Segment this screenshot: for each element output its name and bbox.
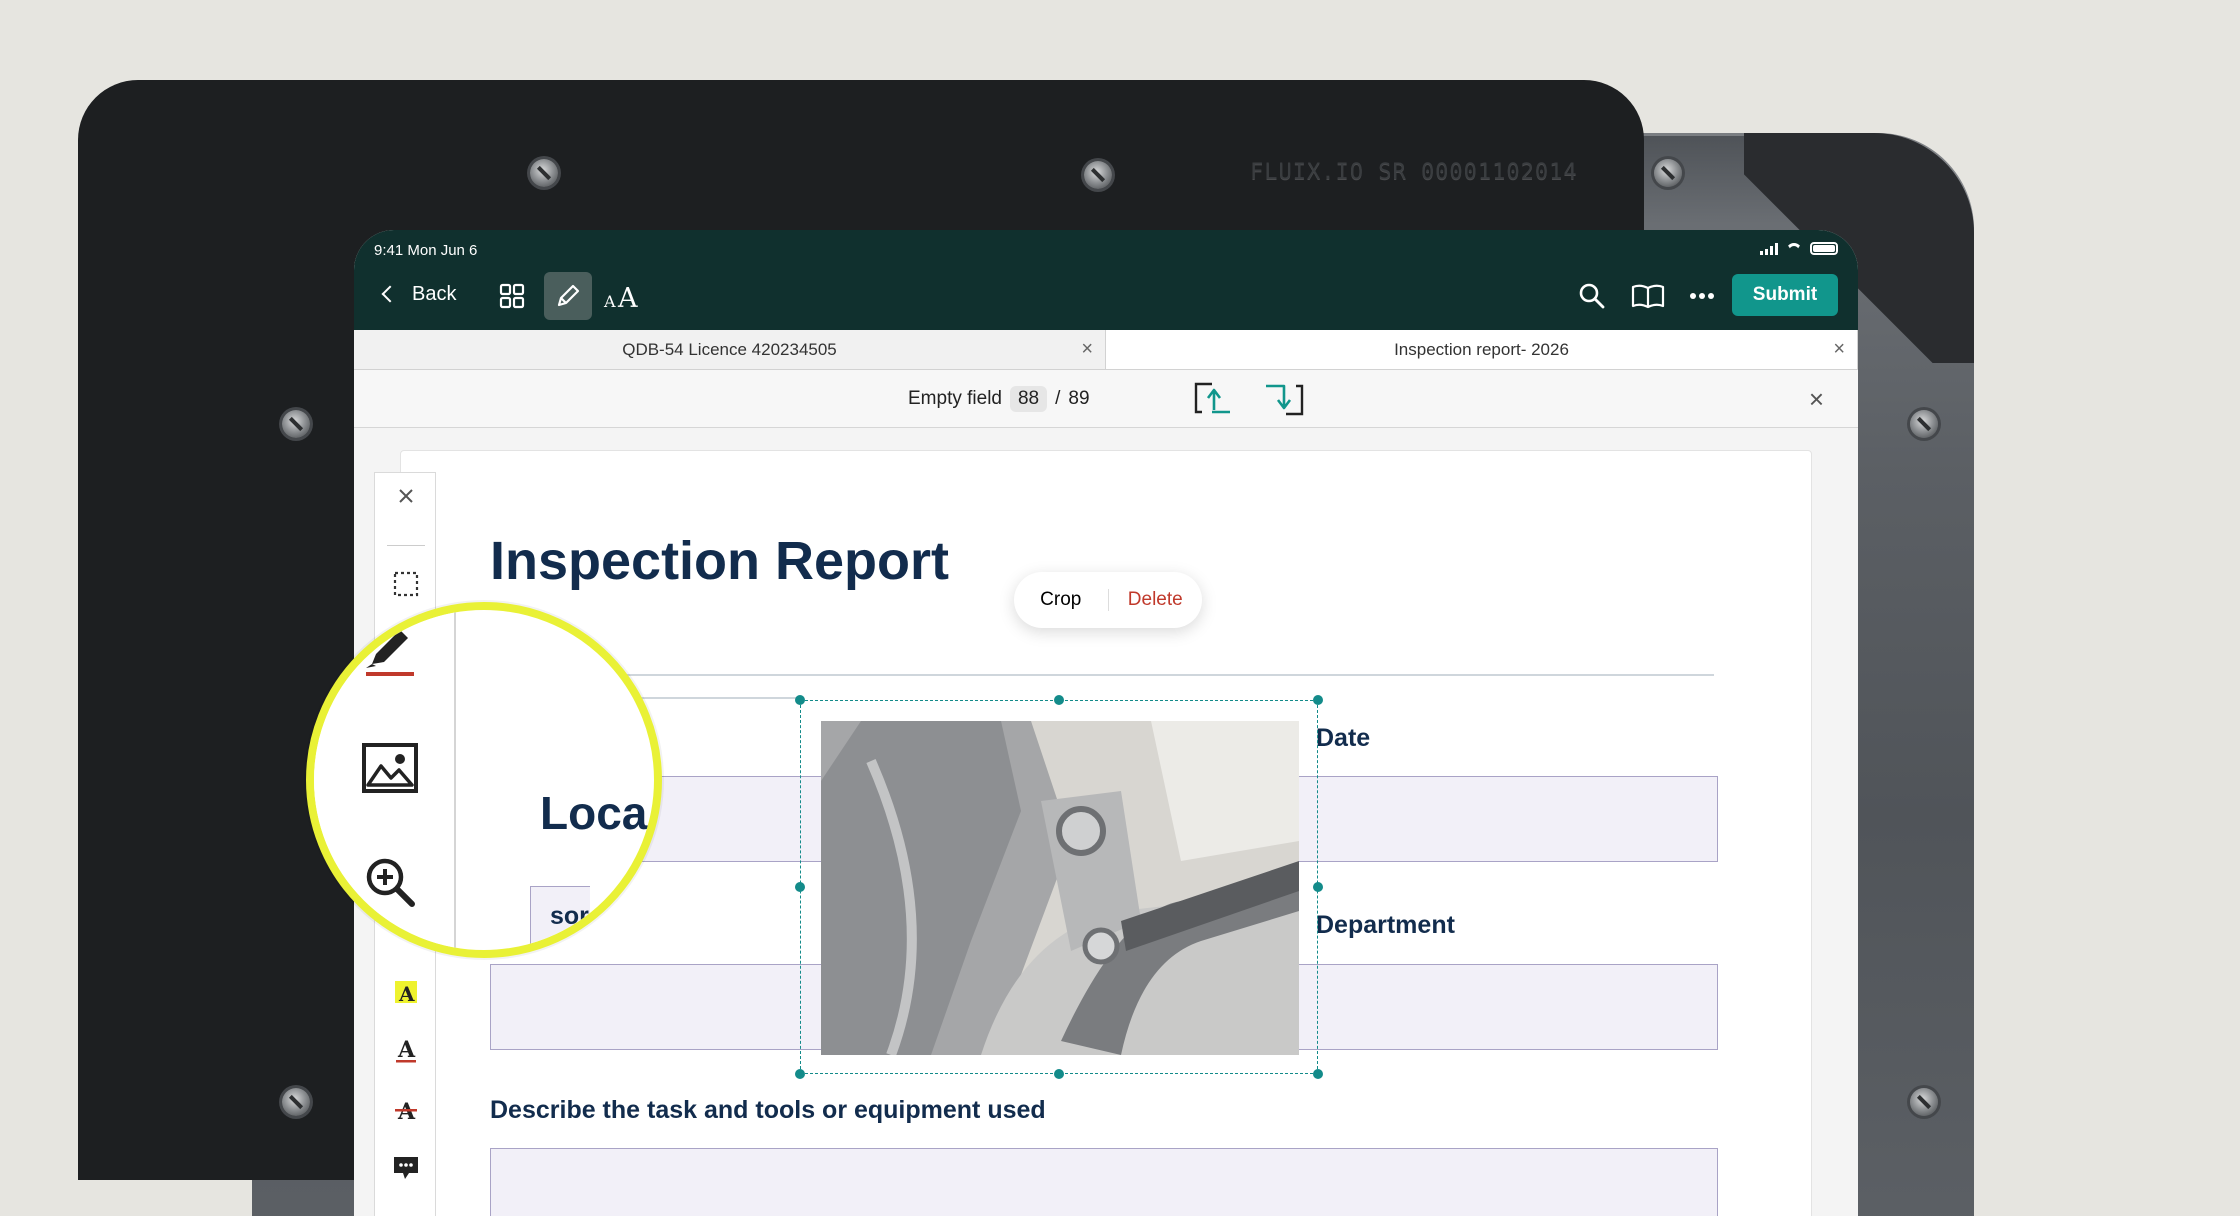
- status-time: 9:41 Mon Jun 6: [374, 242, 478, 259]
- more-button[interactable]: [1680, 272, 1724, 320]
- tab-inspection-report[interactable]: Inspection report- 2026 ×: [1106, 330, 1858, 369]
- select-tool[interactable]: [375, 561, 437, 607]
- highlight-tool[interactable]: A: [375, 969, 437, 1015]
- image-action-popover: Crop Delete: [1014, 572, 1202, 628]
- nav-row: Back AA Submit: [354, 266, 1858, 322]
- tab-label: Inspection report- 2026: [1394, 339, 1569, 359]
- undo-button[interactable]: [375, 1203, 437, 1216]
- previous-field-icon: [1194, 382, 1230, 414]
- resize-handle[interactable]: [795, 695, 805, 705]
- resize-handle[interactable]: [1313, 882, 1323, 892]
- comment-icon: [394, 1157, 418, 1179]
- grid-icon: [499, 283, 525, 309]
- pen-icon: [366, 630, 414, 676]
- comment-tool[interactable]: [375, 1145, 437, 1191]
- svg-text:A: A: [603, 292, 616, 311]
- describe-label: Describe the task and tools or equipment…: [490, 1096, 1046, 1124]
- field-total: 89: [1068, 388, 1090, 409]
- tab-label: QDB-54 Licence 420234505: [622, 339, 837, 359]
- annotate-button[interactable]: [544, 272, 592, 320]
- top-bar: 9:41 Mon Jun 6 Back AA Submit: [354, 230, 1858, 330]
- screw-icon: [282, 410, 310, 438]
- text-size-button[interactable]: AA: [600, 272, 648, 320]
- next-field-icon: [1266, 384, 1304, 416]
- search-button[interactable]: [1570, 272, 1614, 320]
- device-serial-engraving: FLUIX.IO SR 00001102014: [1250, 160, 1578, 185]
- magnified-location-label: Loca: [540, 787, 648, 839]
- wifi-icon: [1786, 242, 1802, 255]
- font-size-icon: AA: [603, 283, 638, 311]
- magnifier-callout: Loca sor name: [306, 602, 662, 958]
- next-field-button[interactable]: [1262, 380, 1306, 418]
- submit-button[interactable]: Submit: [1732, 274, 1838, 316]
- pen-tool[interactable]: [360, 622, 420, 682]
- chevron-left-icon: [381, 285, 399, 303]
- tab-licence[interactable]: QDB-54 Licence 420234505 ×: [354, 330, 1106, 369]
- close-icon[interactable]: ×: [1809, 384, 1824, 415]
- back-label: Back: [412, 282, 457, 305]
- field-counter-label: Empty field: [908, 388, 1002, 409]
- document-tabs: QDB-54 Licence 420234505 × Inspection re…: [354, 330, 1858, 370]
- resize-handle[interactable]: [1054, 695, 1064, 705]
- resize-handle[interactable]: [1313, 1069, 1323, 1079]
- department-label: Department: [1316, 911, 1455, 939]
- describe-field[interactable]: [490, 1148, 1718, 1216]
- previous-field-button[interactable]: [1192, 380, 1236, 418]
- undo-icon: [392, 1212, 420, 1216]
- resize-handle[interactable]: [1313, 695, 1323, 705]
- zoom-in-icon: [366, 858, 415, 907]
- machinery-photo-icon: [821, 721, 1299, 1055]
- screw-icon: [282, 1088, 310, 1116]
- pencil-icon: [557, 284, 580, 307]
- svg-text:A: A: [397, 1037, 416, 1063]
- battery-icon: [1810, 242, 1838, 255]
- text-strikethrough-icon: A: [395, 1099, 417, 1125]
- svg-text:A: A: [398, 982, 415, 1006]
- svg-text:A: A: [617, 283, 638, 311]
- text-underline-icon: A: [396, 1037, 416, 1063]
- screw-icon: [530, 159, 558, 187]
- resize-handle[interactable]: [1054, 1069, 1064, 1079]
- field-navigator: Empty field 88 / 89 ×: [354, 370, 1858, 428]
- underline-tool[interactable]: A: [375, 1027, 437, 1073]
- delete-button[interactable]: Delete: [1109, 589, 1203, 611]
- close-icon[interactable]: ×: [1081, 339, 1093, 359]
- field-current: 88: [1009, 386, 1048, 412]
- more-icon: [1690, 293, 1714, 299]
- back-button[interactable]: Back: [381, 276, 457, 312]
- bookmarks-button[interactable]: [1626, 272, 1670, 320]
- screw-icon: [1910, 1088, 1938, 1116]
- search-icon: [1579, 283, 1605, 309]
- resize-handle[interactable]: [795, 882, 805, 892]
- screw-icon: [1084, 161, 1112, 189]
- divider: [387, 545, 425, 546]
- inspection-photo: [821, 721, 1299, 1055]
- field-separator: /: [1055, 388, 1061, 409]
- book-icon: [1631, 284, 1665, 309]
- resize-handle[interactable]: [795, 1069, 805, 1079]
- section-divider: [564, 674, 1714, 676]
- zoom-tool[interactable]: [360, 852, 420, 912]
- close-icon[interactable]: ×: [1833, 339, 1845, 359]
- close-icon: [399, 489, 413, 503]
- page-title: Inspection Report: [490, 531, 950, 591]
- magnified-name-label: sor name: [550, 902, 616, 958]
- strikethrough-tool[interactable]: A: [375, 1087, 437, 1133]
- date-label: Date: [1316, 724, 1371, 752]
- pages-grid-button[interactable]: [488, 272, 536, 320]
- field-counter: Empty field 88 / 89: [908, 386, 1090, 412]
- image-icon: [362, 743, 418, 793]
- cellular-signal-icon: [1760, 242, 1778, 255]
- screw-icon: [1910, 410, 1938, 438]
- status-icons: [1760, 242, 1838, 255]
- selection-icon: [393, 571, 419, 597]
- image-tool[interactable]: [360, 738, 420, 798]
- close-toolbar-button[interactable]: [375, 473, 437, 519]
- crop-button[interactable]: Crop: [1014, 589, 1108, 611]
- screw-icon: [1654, 159, 1682, 187]
- text-highlight-icon: A: [395, 981, 417, 1006]
- svg-text:A: A: [397, 1099, 416, 1125]
- selected-image-frame[interactable]: [795, 695, 1323, 1079]
